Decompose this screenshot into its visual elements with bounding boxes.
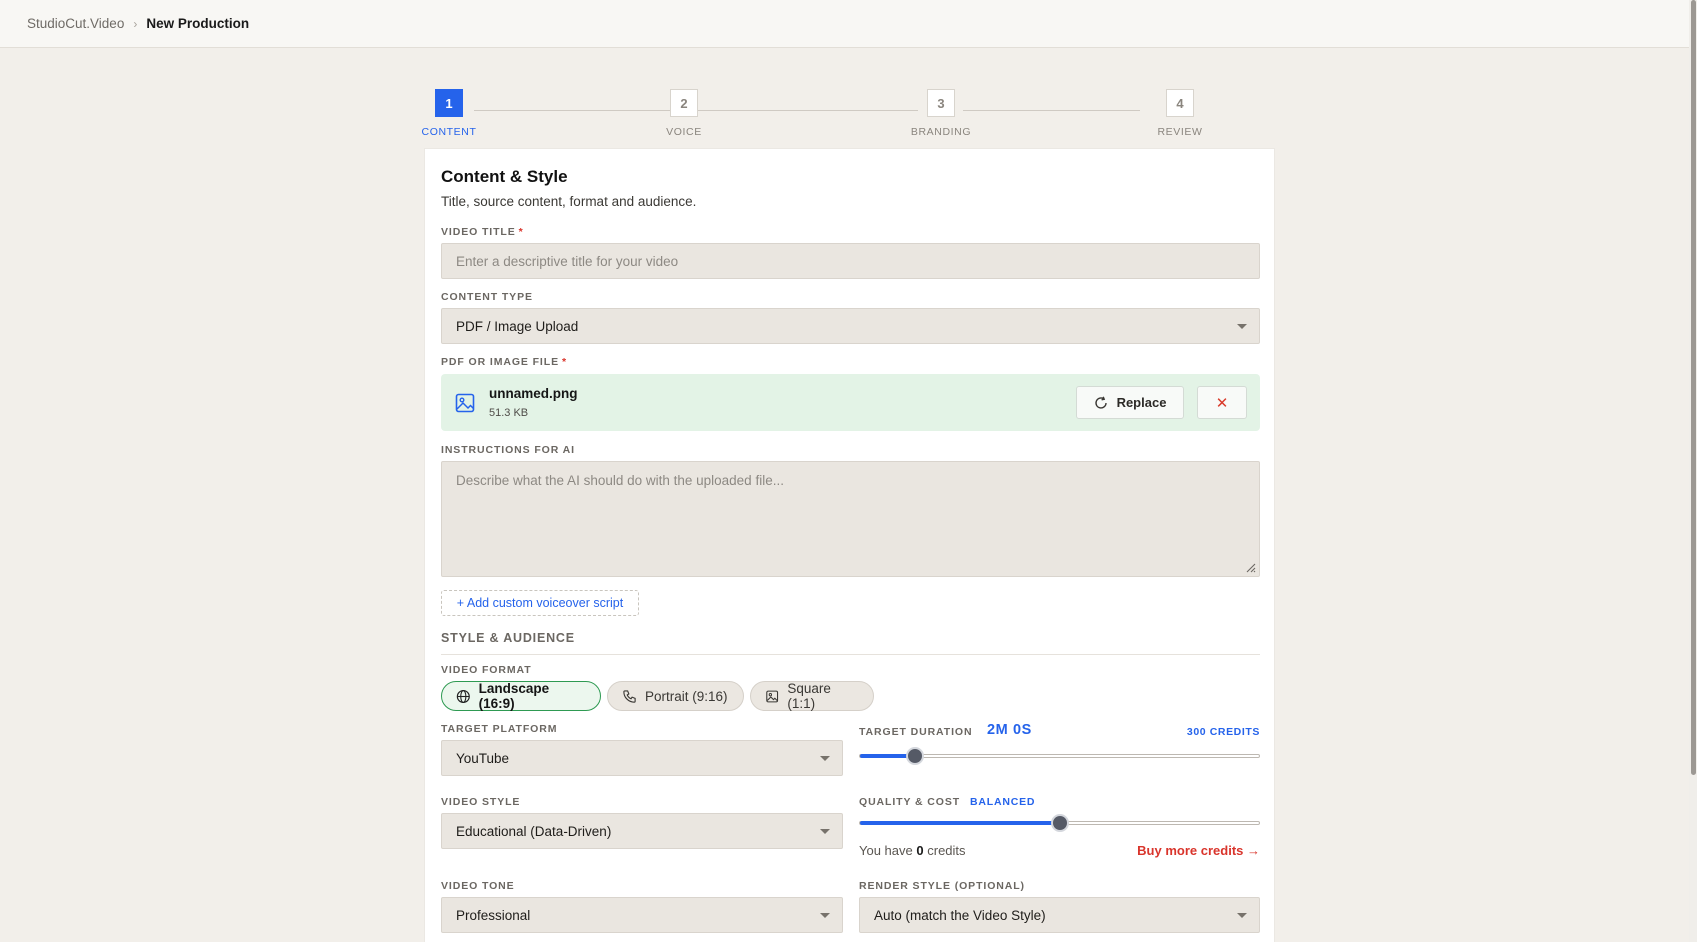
chevron-down-icon xyxy=(820,756,830,761)
phone-icon xyxy=(623,689,636,703)
format-square-label: Square (1:1) xyxy=(787,681,831,711)
wizard-stepper: 1 CONTENT 2 VOICE 3 BRANDING 4 REVIEW xyxy=(421,89,1274,139)
replace-file-button[interactable]: Replace xyxy=(1076,386,1184,419)
video-title-label: VIDEO TITLE * xyxy=(441,226,524,238)
instructions-placeholder: Describe what the AI should do with the … xyxy=(456,473,784,488)
format-portrait-label: Portrait (9:16) xyxy=(645,688,728,704)
target-platform-value: YouTube xyxy=(456,750,510,766)
render-style-label: RENDER STYLE (OPTIONAL) xyxy=(859,880,1025,892)
remove-file-button[interactable]: ✕ xyxy=(1197,386,1247,419)
video-format-label: VIDEO FORMAT xyxy=(441,664,532,676)
video-tone-value: Professional xyxy=(456,907,531,923)
step-connector xyxy=(698,110,918,111)
chevron-down-icon xyxy=(820,829,830,834)
content-type-label: CONTENT TYPE xyxy=(441,291,533,303)
render-style-value: Auto (match the Video Style) xyxy=(874,907,1046,923)
step-branding[interactable]: 3 BRANDING xyxy=(901,89,981,138)
format-landscape-option[interactable]: Landscape (16:9) xyxy=(441,681,601,711)
slider-thumb[interactable] xyxy=(1050,814,1069,832)
chevron-down-icon xyxy=(820,913,830,918)
format-square-option[interactable]: Square (1:1) xyxy=(750,681,874,711)
slider-fill xyxy=(860,821,1060,825)
video-tone-label: VIDEO TONE xyxy=(441,880,515,892)
step-label: REVIEW xyxy=(1157,126,1203,138)
instructions-label: INSTRUCTIONS FOR AI xyxy=(441,444,575,456)
file-name: unnamed.png xyxy=(489,386,578,401)
step-review[interactable]: 4 REVIEW xyxy=(1150,89,1210,138)
instructions-textarea[interactable]: Describe what the AI should do with the … xyxy=(441,461,1260,577)
target-platform-select[interactable]: YouTube xyxy=(441,740,843,776)
uploaded-file-box: unnamed.png 51.3 KB Replace ✕ xyxy=(441,374,1260,431)
resize-grip-icon[interactable] xyxy=(1244,561,1256,573)
step-number: 2 xyxy=(670,89,698,117)
breadcrumb-current: New Production xyxy=(146,16,250,31)
top-bar: StudioCut.Video › New Production xyxy=(0,0,1697,48)
step-connector xyxy=(474,110,671,111)
step-number: 1 xyxy=(435,89,463,117)
format-landscape-label: Landscape (16:9) xyxy=(478,681,550,711)
step-number: 3 xyxy=(927,89,955,117)
credits-balance: You have 0 credits xyxy=(859,843,966,858)
add-voiceover-script-button[interactable]: + Add custom voiceover script xyxy=(441,590,639,616)
image-file-icon xyxy=(455,393,475,413)
breadcrumb-separator: › xyxy=(133,16,138,31)
video-tone-select[interactable]: Professional xyxy=(441,897,843,933)
step-connector xyxy=(963,110,1140,111)
file-size: 51.3 KB xyxy=(489,407,529,419)
target-duration-label: TARGET DURATION xyxy=(859,726,973,738)
video-title-input[interactable]: Enter a descriptive title for your video xyxy=(441,243,1260,279)
quality-level: BALANCED xyxy=(970,796,1036,808)
target-duration-value: 2M 0S xyxy=(987,722,1032,738)
breadcrumb-root-link[interactable]: StudioCut.Video xyxy=(27,16,124,31)
close-icon: ✕ xyxy=(1215,394,1229,412)
step-label: VOICE xyxy=(666,126,702,138)
video-style-select[interactable]: Educational (Data-Driven) xyxy=(441,813,843,849)
target-platform-label: TARGET PLATFORM xyxy=(441,723,558,735)
slider-thumb[interactable] xyxy=(905,747,924,765)
card-title: Content & Style xyxy=(441,167,568,186)
target-duration-slider[interactable] xyxy=(859,747,1260,765)
replace-label: Replace xyxy=(1116,395,1167,410)
chevron-down-icon xyxy=(1237,324,1247,329)
content-type-value: PDF / Image Upload xyxy=(456,318,579,334)
content-type-select[interactable]: PDF / Image Upload xyxy=(441,308,1260,344)
step-content[interactable]: 1 CONTENT xyxy=(421,89,477,138)
buy-credits-link[interactable]: Buy more credits → xyxy=(1137,843,1260,858)
duration-credits-cost: 300 CREDITS xyxy=(1186,726,1260,738)
format-portrait-option[interactable]: Portrait (9:16) xyxy=(607,681,744,711)
scrollbar-thumb[interactable] xyxy=(1691,0,1696,775)
chevron-down-icon xyxy=(1237,913,1247,918)
step-number: 4 xyxy=(1166,89,1194,117)
content-style-card: Content & Style Title, source content, f… xyxy=(424,148,1275,942)
quality-cost-slider[interactable] xyxy=(859,814,1260,832)
video-style-label: VIDEO STYLE xyxy=(441,796,521,808)
quality-cost-label: QUALITY & COST xyxy=(859,796,961,808)
image-icon xyxy=(766,690,779,702)
step-label: CONTENT xyxy=(421,126,477,138)
render-style-select[interactable]: Auto (match the Video Style) xyxy=(859,897,1260,933)
step-label: BRANDING xyxy=(910,126,972,138)
file-upload-label: PDF OR IMAGE FILE * xyxy=(441,356,567,368)
refresh-icon xyxy=(1094,396,1107,409)
scrollbar-track[interactable] xyxy=(1689,0,1697,942)
card-subtitle: Title, source content, format and audien… xyxy=(441,194,697,209)
step-voice[interactable]: 2 VOICE xyxy=(657,89,711,138)
credits-amount: 0 xyxy=(916,843,924,858)
video-style-value: Educational (Data-Driven) xyxy=(456,823,612,839)
style-audience-heading: STYLE & AUDIENCE xyxy=(441,631,575,645)
section-divider xyxy=(441,654,1260,655)
globe-icon xyxy=(456,689,470,703)
